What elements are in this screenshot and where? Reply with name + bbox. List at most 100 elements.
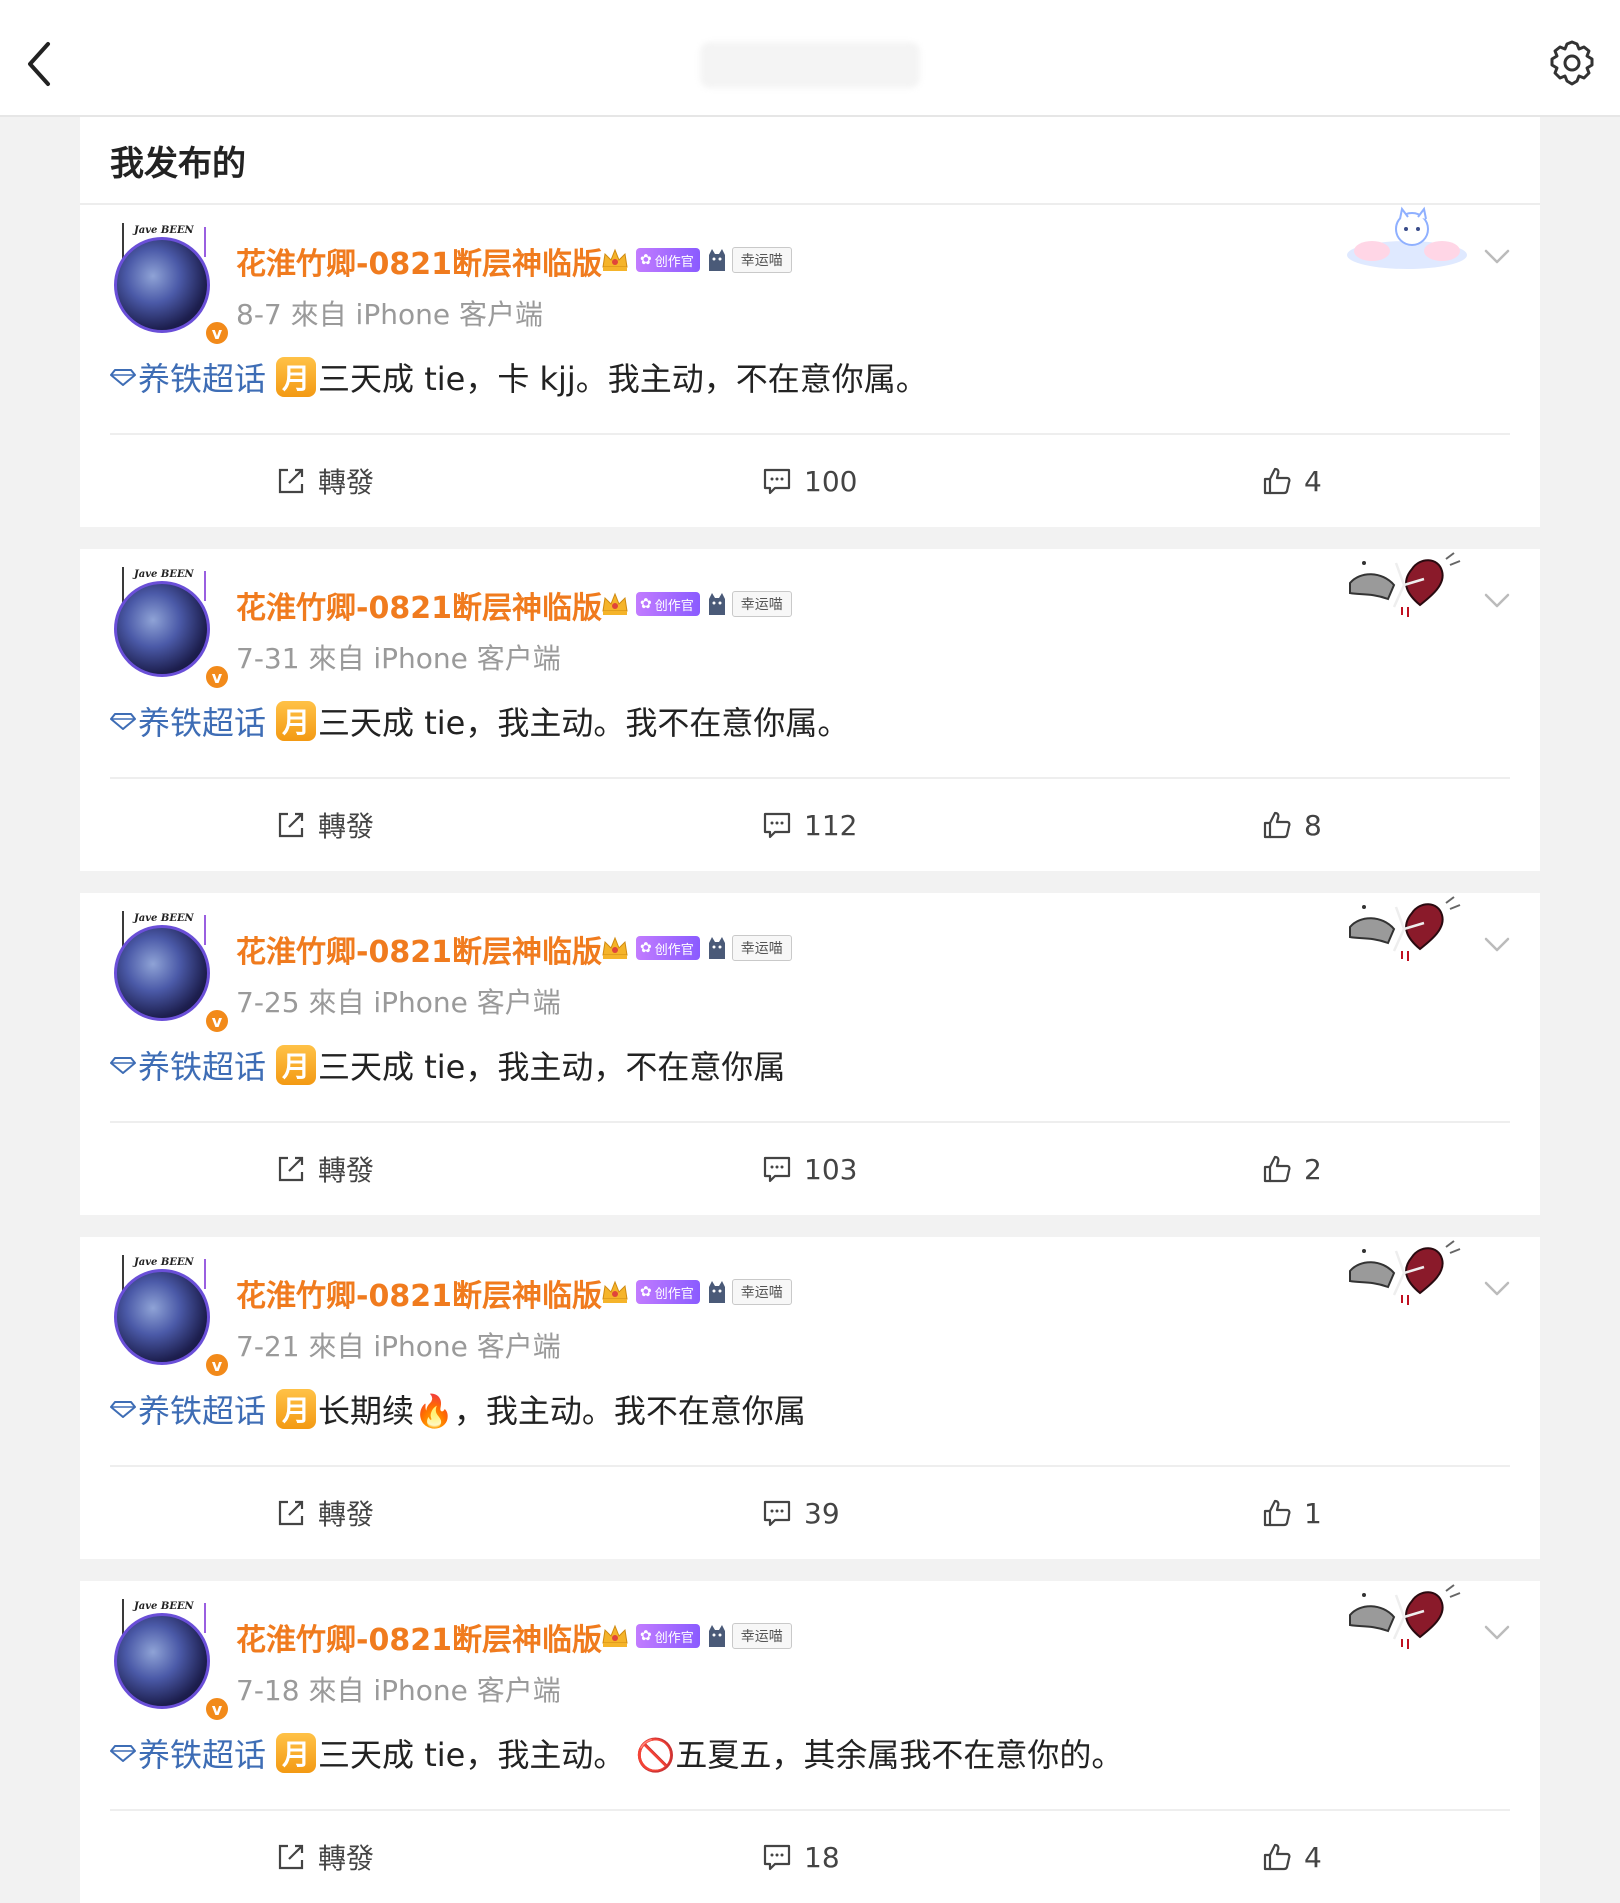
like-button[interactable]: 2 [1262, 1143, 1322, 1195]
like-button[interactable]: 4 [1262, 1831, 1322, 1883]
avatar-frame-deco: Jave BEEN [134, 225, 194, 236]
avatar[interactable]: Jave BEEN v [106, 1255, 231, 1379]
post-text[interactable]: 养铁超话 月 三天成 tie，我主动。 🚫五夏五，其余属我不在意你的。 [110, 1731, 1123, 1775]
topic-label: 养铁超话 [138, 1048, 267, 1086]
topic-label: 养铁超话 [138, 1392, 267, 1430]
divider [110, 1809, 1510, 1811]
chevron-down-icon[interactable] [1484, 249, 1510, 265]
topic-link[interactable]: 养铁超话 [110, 1042, 266, 1088]
post-text[interactable]: 养铁超话 月 三天成 tie，我主动，不在意你属 [110, 1043, 785, 1087]
topic-link[interactable]: 养铁超话 [110, 354, 266, 400]
creator-badge[interactable]: ✿ 创作官 [636, 592, 700, 616]
card-decoration [1342, 1237, 1472, 1309]
lucky-badge[interactable]: 幸运喵 [706, 247, 792, 273]
crown-icon[interactable] [600, 1621, 630, 1651]
lucky-badge[interactable]: 幸运喵 [706, 1623, 792, 1649]
avatar[interactable]: Jave BEEN v [106, 911, 231, 1035]
post-card[interactable]: Jave BEEN v 花淮竹卿-0821断层神临版 ✿ 创作官 幸运喵 [80, 205, 1540, 527]
repost-button[interactable]: 轉發 [276, 1831, 374, 1883]
user-badges: ✿ 创作官 幸运喵 [600, 931, 792, 965]
crown-icon[interactable] [600, 933, 630, 963]
topic-link[interactable]: 养铁超话 [110, 1730, 266, 1776]
crown-icon[interactable] [600, 589, 630, 619]
back-button[interactable] [14, 36, 70, 92]
lucky-badge[interactable]: 幸运喵 [706, 935, 792, 961]
repost-button[interactable]: 轉發 [276, 1487, 374, 1539]
lucky-badge[interactable]: 幸运喵 [706, 591, 792, 617]
user-badges: ✿ 创作官 幸运喵 [600, 587, 792, 621]
chevron-down-icon[interactable] [1484, 1625, 1510, 1641]
avatar-frame-deco: Jave BEEN [134, 913, 194, 924]
cat-icon [708, 593, 725, 615]
creator-icon: ✿ [640, 1284, 652, 1300]
creator-badge[interactable]: ✿ 创作官 [636, 248, 700, 272]
comment-icon [763, 812, 791, 839]
cat-icon [708, 1281, 725, 1303]
comment-button[interactable]: 112 [762, 799, 857, 851]
avatar-image [114, 1613, 210, 1709]
username[interactable]: 花淮竹卿-0821断层神临版 [236, 239, 602, 283]
post-card[interactable]: Jave BEEN v 花淮竹卿-0821断层神临版 ✿ 创作官 幸运喵 [80, 893, 1540, 1215]
like-button[interactable]: 1 [1262, 1487, 1322, 1539]
lucky-badge-label: 幸运喵 [731, 1623, 792, 1649]
avatar[interactable]: Jave BEEN v [106, 223, 231, 347]
dark-heart-sticker [1349, 1584, 1461, 1649]
cat-icon [708, 1625, 725, 1647]
chevron-down-icon[interactable] [1484, 593, 1510, 609]
username[interactable]: 花淮竹卿-0821断层神临版 [236, 583, 602, 627]
thumbs-up-icon [1263, 811, 1291, 839]
chevron-down-icon[interactable] [1484, 937, 1510, 953]
username[interactable]: 花淮竹卿-0821断层神临版 [236, 1271, 602, 1315]
topic-link[interactable]: 养铁超话 [110, 1386, 266, 1432]
lucky-badge[interactable]: 幸运喵 [706, 1279, 792, 1305]
creator-badge[interactable]: ✿ 创作官 [636, 1624, 700, 1648]
thumbs-up-icon [1263, 1499, 1291, 1527]
month-badge: 月 [276, 357, 317, 397]
comment-button[interactable]: 39 [762, 1487, 840, 1539]
header-title-blurred [700, 42, 920, 88]
cat-icon [708, 249, 725, 271]
avatar-frame-deco [204, 915, 206, 945]
thumbs-up-icon [1263, 1155, 1291, 1183]
comment-count: 103 [804, 1152, 858, 1186]
like-button[interactable]: 8 [1262, 799, 1322, 851]
chevron-down-icon[interactable] [1484, 1281, 1510, 1297]
crown-icon[interactable] [600, 1277, 630, 1307]
like-button[interactable]: 4 [1262, 455, 1322, 507]
lucky-badge-label: 幸运喵 [731, 247, 792, 273]
comment-count: 100 [804, 464, 858, 498]
post-card[interactable]: Jave BEEN v 花淮竹卿-0821断层神临版 ✿ 创作官 幸运喵 [80, 1581, 1540, 1903]
comment-button[interactable]: 18 [762, 1831, 840, 1883]
avatar[interactable]: Jave BEEN v [106, 1599, 231, 1723]
username[interactable]: 花淮竹卿-0821断层神临版 [236, 927, 602, 971]
like-count: 4 [1304, 1840, 1322, 1874]
settings-button[interactable] [1546, 38, 1598, 90]
creator-icon: ✿ [640, 252, 652, 268]
month-badge: 月 [276, 701, 317, 741]
crown-icon[interactable] [600, 245, 630, 275]
comment-button[interactable]: 100 [762, 455, 857, 507]
username[interactable]: 花淮竹卿-0821断层神临版 [236, 1615, 602, 1659]
repost-button[interactable]: 轉發 [276, 455, 374, 507]
creator-badge-label: 创作官 [654, 1630, 694, 1646]
post-text[interactable]: 养铁超话 月 三天成 tie，卡 kjj。我主动，不在意你属。 [110, 355, 928, 399]
post-card[interactable]: Jave BEEN v 花淮竹卿-0821断层神临版 ✿ 创作官 幸运喵 [80, 549, 1540, 871]
post-text[interactable]: 养铁超话 月 长期续🔥，我主动。我不在意你属 [110, 1387, 806, 1431]
avatar-image [114, 925, 210, 1021]
post-card[interactable]: Jave BEEN v 花淮竹卿-0821断层神临版 ✿ 创作官 幸运喵 [80, 1237, 1540, 1559]
repost-button[interactable]: 轉發 [276, 799, 374, 851]
repost-button[interactable]: 轉發 [276, 1143, 374, 1195]
comment-button[interactable]: 103 [762, 1143, 857, 1195]
card-decoration [1342, 893, 1472, 965]
post-body: 长期续🔥，我主动。我不在意你属 [318, 1392, 806, 1430]
post-text[interactable]: 养铁超话 月 三天成 tie，我主动。我不在意你属。 [110, 699, 849, 743]
creator-badge[interactable]: ✿ 创作官 [636, 1280, 700, 1304]
topic-link[interactable]: 养铁超话 [110, 698, 266, 744]
repost-icon [278, 1156, 304, 1182]
creator-badge[interactable]: ✿ 创作官 [636, 936, 700, 960]
post-feed: Jave BEEN v 花淮竹卿-0821断层神临版 ✿ 创作官 幸运喵 8-7… [80, 205, 1540, 1903]
card-decoration [1342, 1581, 1472, 1653]
verified-icon: v [203, 1351, 231, 1379]
avatar[interactable]: Jave BEEN v [106, 567, 231, 691]
dark-heart-sticker [1349, 552, 1461, 617]
